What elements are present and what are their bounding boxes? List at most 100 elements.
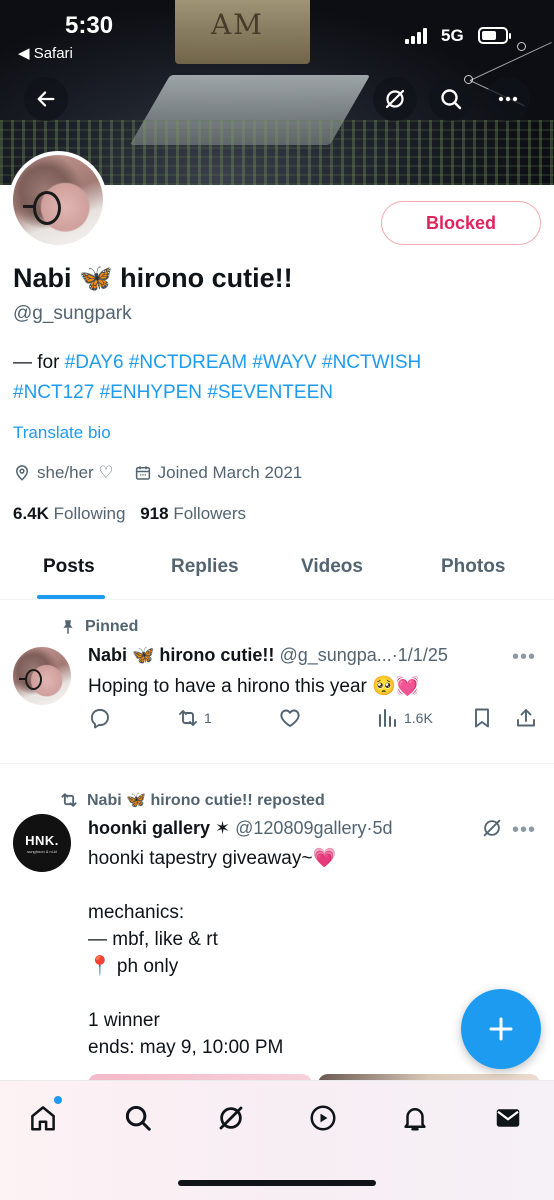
search-button[interactable] (429, 77, 473, 121)
tab-replies[interactable]: Replies (171, 556, 239, 578)
battery-icon (478, 27, 511, 44)
followers-label: Followers (173, 504, 247, 523)
bio-hashtag[interactable]: #DAY6 (65, 352, 124, 373)
explore-icon (125, 1105, 151, 1131)
profile-avatar[interactable] (9, 151, 107, 249)
following-label: Following (53, 504, 126, 523)
repost-count: 1 (204, 710, 212, 726)
followers-link[interactable]: 918 Followers (140, 504, 246, 523)
post-avatar[interactable] (13, 647, 71, 705)
bio-hashtag[interactable]: #ENHYPEN (100, 382, 202, 403)
tab-videos[interactable]: Videos (301, 556, 363, 578)
grok-icon (219, 1106, 243, 1130)
post-author-handle[interactable]: @g_sungpa... (279, 645, 391, 666)
more-icon (498, 96, 518, 102)
blocked-button[interactable]: Blocked (381, 201, 541, 245)
post-author-handle[interactable]: @120809gallery (235, 818, 366, 839)
compose-button[interactable] (461, 989, 541, 1069)
status-bar: 5:30 ◀ Safari 5G (0, 0, 554, 70)
share-button[interactable] (514, 706, 538, 730)
tab-photos[interactable]: Photos (441, 556, 505, 578)
grok-button[interactable] (373, 77, 417, 121)
post-more-button[interactable]: ••• (512, 646, 536, 669)
post-divider (0, 763, 554, 764)
search-icon (441, 89, 462, 110)
avatar-image (13, 647, 71, 705)
repost-context[interactable]: Nabi 🦋 hirono cutie!! reposted (59, 790, 325, 810)
avatar-glasses-bridge (19, 678, 27, 680)
post-text: Hoping to have a hirono this year 🥺💓 (88, 676, 420, 697)
bookmark-button[interactable] (470, 706, 494, 730)
home-notification-dot (54, 1096, 62, 1104)
back-to-safari[interactable]: ◀ Safari (18, 44, 73, 62)
messages-icon (496, 1109, 520, 1127)
grok-post-button[interactable] (481, 817, 503, 844)
like-button[interactable] (278, 706, 302, 730)
tab-posts[interactable]: Posts (43, 556, 95, 578)
post-text: hoonki tapestry giveaway~💗 mechanics: — … (88, 848, 337, 1058)
post-actions: 1 1.6K (88, 706, 538, 738)
notifications-icon (404, 1108, 426, 1131)
like-icon (280, 709, 300, 727)
more-options-button[interactable] (486, 77, 530, 121)
joined-text: Joined March 2021 (157, 463, 303, 482)
nav-home[interactable] (26, 1101, 60, 1135)
post-more-button[interactable]: ••• (512, 819, 536, 842)
pronouns-text: she/her ♡ (37, 463, 114, 482)
bio-hashtag[interactable]: #SEVENTEEN (207, 382, 333, 403)
post-header: Nabi 🦋 hirono cutie!! @g_sungpa... · 1/1/2… (88, 645, 448, 666)
profile-name: Nabi 🦋 hirono cutie!! (13, 263, 293, 293)
back-arrow-icon (37, 91, 55, 107)
bio-hashtag[interactable]: #NCTDREAM (129, 352, 247, 373)
network-label: 5G (441, 26, 464, 45)
following-count: 6.4K (13, 504, 49, 523)
profile-bio: — for #DAY6 #NCTDREAM #WAYV #NCTWISH #NC… (13, 348, 533, 408)
post-header: hoonki gallery ✶ @120809gallery · 5d (88, 818, 393, 839)
calendar-icon (135, 466, 150, 480)
location-icon (15, 465, 29, 481)
nav-notifications[interactable] (398, 1101, 432, 1135)
post-time[interactable]: 5d (373, 818, 393, 839)
home-icon (31, 1106, 55, 1131)
reply-icon (91, 709, 109, 729)
nav-explore[interactable] (121, 1101, 155, 1135)
post-author-name[interactable]: Nabi 🦋 hirono cutie!! (88, 645, 274, 666)
post-time[interactable]: 1/1/25 (398, 645, 448, 666)
active-tab-indicator (37, 595, 105, 599)
profile-tabs: Posts Replies Videos Photos (0, 545, 554, 600)
repost-icon (61, 793, 77, 807)
post-avatar[interactable]: HNK. sunghoon & ni-ki (13, 814, 71, 872)
following-link[interactable]: 6.4K Following (13, 504, 125, 523)
grok-icon (483, 819, 501, 837)
avatar-image (13, 155, 103, 245)
avatar-logo-subtext: sunghoon & ni-ki (27, 848, 57, 854)
bio-hashtag[interactable]: #NCTWISH (322, 352, 421, 373)
avatar-glasses-bridge (23, 205, 35, 208)
signal-icon (405, 28, 429, 44)
bio-hashtag[interactable]: #NCT127 (13, 382, 94, 403)
pinned-text: Pinned (85, 618, 139, 635)
repost-icon (179, 710, 197, 726)
reply-button[interactable] (88, 706, 112, 730)
follow-counts: 6.4K Following 918 Followers (13, 504, 246, 524)
bio-hashtag[interactable]: #WAYV (252, 352, 316, 373)
grok-icon (385, 89, 405, 109)
post-author-name[interactable]: hoonki gallery ✶ (88, 818, 230, 839)
back-button[interactable] (24, 77, 68, 121)
nav-grok[interactable] (214, 1101, 248, 1135)
compose-icon (489, 1017, 513, 1041)
video-icon (310, 1105, 336, 1131)
avatar-glasses (33, 191, 61, 225)
nav-messages[interactable] (491, 1101, 525, 1135)
views-count: 1.6K (404, 710, 433, 726)
avatar-logo-text: HNK. (25, 832, 59, 848)
views-button[interactable]: 1.6K (376, 706, 433, 730)
home-indicator (178, 1180, 376, 1186)
pronouns-item: she/her ♡ (13, 463, 114, 483)
nav-video[interactable] (306, 1101, 340, 1135)
bio-prefix: — for (13, 352, 65, 373)
repost-button[interactable]: 1 (176, 706, 212, 730)
translate-bio-link[interactable]: Translate bio (13, 423, 111, 443)
repost-context-text: Nabi 🦋 hirono cutie!! reposted (87, 792, 325, 809)
followers-count: 918 (140, 504, 169, 523)
